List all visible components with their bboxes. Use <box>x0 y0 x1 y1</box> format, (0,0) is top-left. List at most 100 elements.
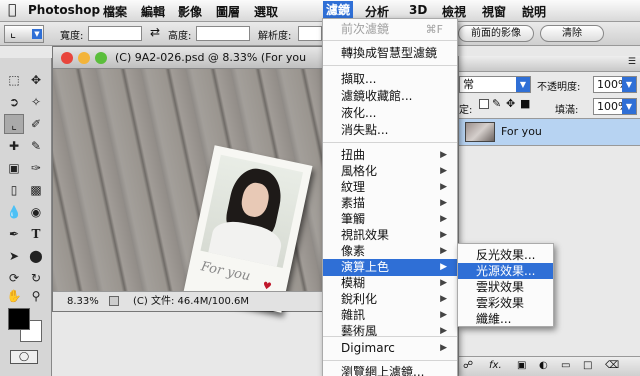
menu-item-brush-strokes[interactable]: 筆觸 ▶ <box>323 211 457 228</box>
lock-transparent-icon[interactable] <box>479 99 489 109</box>
brush-tool-icon[interactable]: ✎ <box>26 136 46 156</box>
minimize-window-icon[interactable] <box>78 52 90 64</box>
canvas[interactable]: For you ♥ <box>53 69 336 313</box>
lock-all-icon[interactable]: ■ <box>520 97 530 110</box>
menu-edit[interactable]: 編輯 <box>141 3 165 20</box>
menu-file[interactable]: 檔案 <box>103 3 127 20</box>
submenu-item-fibers[interactable]: 纖維... <box>458 311 553 327</box>
fill-input[interactable]: 100% ▼ <box>593 98 637 115</box>
chevron-down-icon: ▼ <box>622 77 636 92</box>
lock-pixels-icon[interactable]: ✎ <box>492 97 501 110</box>
clear-button[interactable]: 清除 <box>540 25 604 42</box>
menu-item-noise[interactable]: 雜訊 ▶ <box>323 307 457 324</box>
menu-item-sketch[interactable]: 素描 ▶ <box>323 195 457 212</box>
distort-label: 扭曲 <box>341 148 366 162</box>
new-layer-icon[interactable]: □ <box>583 360 592 371</box>
menu-help[interactable]: 說明 <box>522 3 546 20</box>
menu-item-pixelate[interactable]: 像素 ▶ <box>323 243 457 260</box>
submenu-arrow-icon: ▶ <box>440 182 447 192</box>
zoom-level[interactable]: 8.33% <box>67 292 99 311</box>
menu-item-last-filter: 前次濾鏡 ⌘F <box>323 21 457 38</box>
submenu-item-lens-flare[interactable]: 反光效果... <box>458 247 553 263</box>
close-window-icon[interactable] <box>61 52 73 64</box>
submenu-item-lighting-effects[interactable]: 光源效果... <box>458 263 553 279</box>
type-tool-icon[interactable]: T <box>26 224 46 244</box>
path-selection-tool-icon[interactable]: ➤ <box>4 246 24 266</box>
crop-tool-icon[interactable]: ⌞ <box>4 114 24 134</box>
menu-item-digimarc[interactable]: Digimarc ▶ <box>323 340 457 357</box>
magic-wand-tool-icon[interactable]: ✧ <box>26 92 46 112</box>
toolbox: ⬚ ✥ ➲ ✧ ⌞ ✐ ✚ ✎ ▣ ✑ ▯ ▩ 💧 ◉ ✒ T ➤ ⬤ ⟳ ↻ … <box>0 58 52 376</box>
layer-name[interactable]: For you <box>501 125 542 138</box>
tool-preset-picker[interactable]: ⌞ ▼ <box>4 25 44 43</box>
zoom-tool-icon[interactable]: ⚲ <box>26 286 46 306</box>
front-image-button[interactable]: 前面的影像 <box>458 25 534 42</box>
menu-item-texture[interactable]: 紋理 ▶ <box>323 179 457 196</box>
menu-image[interactable]: 影像 <box>178 3 202 20</box>
zoom-window-icon[interactable] <box>95 52 107 64</box>
menu-window[interactable]: 視窗 <box>482 3 506 20</box>
submenu-item-clouds[interactable]: 雲狀效果 <box>458 279 553 295</box>
menu-divider <box>323 142 457 143</box>
healing-brush-tool-icon[interactable]: ✚ <box>4 136 24 156</box>
opacity-input[interactable]: 100% ▼ <box>593 76 637 93</box>
marquee-tool-icon[interactable]: ⬚ <box>4 70 24 90</box>
submenu-item-difference-clouds[interactable]: 雲彩效果 <box>458 295 553 311</box>
menu-item-extract[interactable]: 擷取... <box>323 71 457 88</box>
panel-menu-icon[interactable]: ☰ <box>628 57 636 67</box>
move-tool-icon[interactable]: ✥ <box>26 70 46 90</box>
options-bar: ⌞ ▼ 寬度: ⇄ 高度: 解析度: 前面的影像 清除 <box>0 22 640 46</box>
menu-divider <box>323 336 457 337</box>
swap-icon[interactable]: ⇄ <box>150 25 160 39</box>
pixelate-label: 像素 <box>341 244 366 258</box>
eraser-tool-icon[interactable]: ▯ <box>4 180 24 200</box>
link-layers-icon[interactable]: ☍ <box>463 360 473 371</box>
menu-item-convert-smart-filter[interactable]: 轉換成智慧型濾鏡 <box>323 45 457 62</box>
blur-tool-icon[interactable]: 💧 <box>4 202 24 222</box>
adjustment-layer-icon[interactable]: ◐ <box>539 360 548 371</box>
quick-mask-icon[interactable]: ◯ <box>10 350 38 364</box>
width-input[interactable] <box>88 26 142 41</box>
menu-item-render[interactable]: 演算上色 ▶ <box>323 259 457 276</box>
menu-item-vanishing-point[interactable]: 消失點... <box>323 122 457 139</box>
document-title-bar: (C) 9A2-026.psd @ 8.33% (For you <box>53 47 336 69</box>
menu-select[interactable]: 選取 <box>254 3 278 20</box>
foreground-color-swatch[interactable] <box>8 308 30 330</box>
app-menu[interactable]: Photoshop <box>28 3 100 17</box>
menu-item-browse-filters[interactable]: 瀏覽網上濾鏡... <box>323 364 457 376</box>
shape-tool-icon[interactable]: ⬤ <box>26 246 46 266</box>
menu-item-sharpen[interactable]: 銳利化 ▶ <box>323 291 457 308</box>
blend-mode-select[interactable]: 常 ▼ <box>459 76 531 93</box>
menu-3d[interactable]: 3D <box>409 3 427 17</box>
trash-icon[interactable]: ⌫ <box>605 360 619 371</box>
menu-item-blur[interactable]: 模糊 ▶ <box>323 275 457 292</box>
dodge-tool-icon[interactable]: ◉ <box>26 202 46 222</box>
menu-item-liquify[interactable]: 液化... <box>323 105 457 122</box>
layer-row[interactable]: For you <box>459 118 640 146</box>
3d-rotate-tool-icon[interactable]: ⟳ <box>4 268 24 288</box>
resolution-input[interactable] <box>298 26 322 41</box>
group-icon[interactable]: ▭ <box>561 360 570 371</box>
apple-icon[interactable]:  <box>8 2 16 18</box>
status-info-icon[interactable] <box>109 296 119 306</box>
layer-mask-icon[interactable]: ▣ <box>517 360 526 371</box>
eyedropper-tool-icon[interactable]: ✐ <box>26 114 46 134</box>
pen-tool-icon[interactable]: ✒ <box>4 224 24 244</box>
render-submenu: 反光效果... 光源效果... 雲狀效果 雲彩效果 纖維... <box>457 243 554 327</box>
video-label: 視訊效果 <box>341 228 390 242</box>
menu-item-stylize[interactable]: 風格化 ▶ <box>323 163 457 180</box>
lock-position-icon[interactable]: ✥ <box>506 97 515 110</box>
3d-orbit-tool-icon[interactable]: ↻ <box>26 268 46 288</box>
history-brush-tool-icon[interactable]: ✑ <box>26 158 46 178</box>
hand-tool-icon[interactable]: ✋ <box>4 286 24 306</box>
menu-item-distort[interactable]: 扭曲 ▶ <box>323 147 457 164</box>
clone-stamp-tool-icon[interactable]: ▣ <box>4 158 24 178</box>
gradient-tool-icon[interactable]: ▩ <box>26 180 46 200</box>
menu-item-filter-gallery[interactable]: 濾鏡收藏館... <box>323 88 457 105</box>
menu-layer[interactable]: 圖層 <box>216 3 240 20</box>
lasso-tool-icon[interactable]: ➲ <box>4 92 24 112</box>
fx-icon[interactable]: fx. <box>489 360 502 371</box>
height-input[interactable] <box>196 26 250 41</box>
menu-item-video[interactable]: 視訊效果 ▶ <box>323 227 457 244</box>
file-info[interactable]: (C) 文件: 46.4M/100.6M <box>133 292 249 311</box>
